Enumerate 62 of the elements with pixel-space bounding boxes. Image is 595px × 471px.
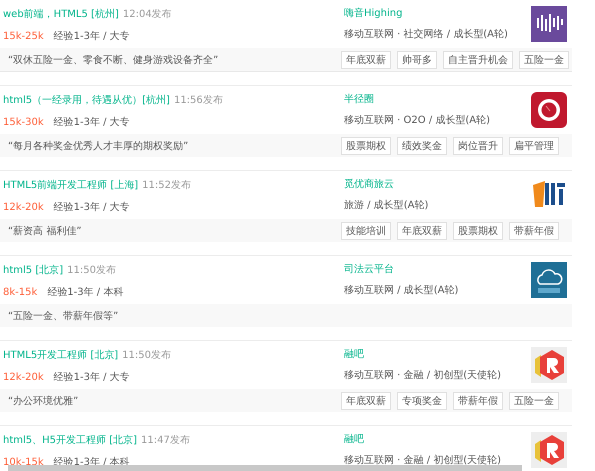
post-time: 11:50发布	[122, 349, 171, 362]
ring-logo-icon[interactable]	[531, 92, 567, 128]
company-industry: 移动互联网 · 金融 / 初创型(天使轮)	[344, 454, 502, 467]
job-title-link[interactable]: html5（一经录用，待遇从优）[杭州]	[3, 93, 170, 107]
post-time: 11:47发布	[141, 434, 190, 447]
company-industry: 旅游 / 成长型(A轮)	[344, 198, 430, 212]
job-title-link[interactable]: html5 [北京]	[3, 263, 64, 277]
benefit-tag: 年底双薪	[341, 392, 391, 410]
benefit-tag: 股票期权	[453, 222, 503, 240]
benefit-tag: 帅哥多	[397, 50, 437, 68]
requirements: 经验1-3年 / 大专	[54, 370, 130, 384]
salary: 15k-25k	[3, 30, 44, 42]
perks-quote: “每月各种奖金优秀人才丰厚的期权奖励”	[7, 140, 190, 152]
perks-quote: “五险一金、带薪年假等”	[7, 310, 120, 322]
company-industry: 移动互联网 · O2O / 成长型(A轮)	[344, 114, 492, 127]
perks-quote: “薪资高 福利佳”	[7, 224, 83, 238]
salary: 8k-15k	[3, 286, 38, 298]
benefit-tag: 五险一金	[509, 392, 559, 410]
post-time: 11:52发布	[142, 179, 191, 192]
benefit-tag: 自主晋升机会	[443, 50, 513, 68]
benefit-tag: 专项奖金	[397, 392, 447, 410]
job-title-link[interactable]: web前端，HTML5 [杭州]	[3, 7, 119, 21]
company-name-link[interactable]: 半径圈	[344, 92, 531, 106]
salary: 12k-20k	[3, 202, 44, 212]
salary: 10k-15k	[3, 456, 44, 468]
company-industry: 移动互联网 · 社交网络 / 成长型(A轮)	[344, 28, 509, 41]
post-time: 12:04发布	[122, 8, 172, 21]
job-title-link[interactable]: HTML5开发工程师 [北京]	[3, 348, 118, 362]
perks-quote: “办公环境优雅”	[7, 394, 80, 408]
benefit-tag: 年底双薪	[397, 222, 447, 240]
requirements: 经验1-3年 / 大专	[54, 30, 130, 43]
post-time: 11:50发布	[67, 264, 116, 277]
salary: 15k-30k	[3, 116, 44, 128]
benefit-tag: 扁平管理	[509, 136, 559, 154]
job-title-link[interactable]: HTML5前端开发工程师 [上海]	[3, 178, 138, 192]
requirements: 经验1-3年 / 本科	[47, 286, 124, 299]
job-title-link[interactable]: html5、H5开发工程师 [北京]	[3, 433, 138, 447]
company-name-link[interactable]: 融吧	[344, 432, 531, 446]
company-name-link[interactable]: 嗨音Highing	[344, 6, 531, 20]
benefit-tag: 年底双薪	[341, 50, 391, 68]
hexagon-logo-icon[interactable]	[531, 347, 567, 383]
salary: 12k-20k	[3, 372, 44, 382]
benefit-tag: 绩效奖金	[397, 136, 447, 154]
cloud-logo-icon[interactable]	[531, 262, 567, 298]
benefit-tag: 技能培训	[341, 222, 391, 240]
company-industry: 移动互联网 / 成长型(A轮)	[344, 284, 460, 297]
post-time: 11:56发布	[174, 94, 223, 107]
benefit-tag: 岗位晋升	[453, 136, 503, 154]
perks-quote: “双休五险一金、零食不断、健身游戏设备齐全”	[7, 54, 220, 66]
hexagon-logo-icon[interactable]	[531, 432, 567, 468]
company-name-link[interactable]: 觅优商旅云	[344, 177, 531, 191]
benefit-tag: 带薪年假	[453, 392, 503, 410]
company-name-link[interactable]: 司法云平台	[344, 262, 531, 276]
horizontal-scrollbar[interactable]	[8, 465, 522, 471]
benefit-tag: 五险一金	[519, 50, 569, 68]
company-industry: 移动互联网 · 金融 / 初创型(天使轮)	[344, 368, 502, 382]
equalizer-logo-icon[interactable]	[531, 6, 567, 42]
benefit-tag: 带薪年假	[509, 222, 559, 240]
requirements: 经验1-3年 / 大专	[54, 200, 130, 214]
benefit-tag: 股票期权	[341, 136, 391, 154]
requirements: 经验1-3年 / 大专	[54, 116, 130, 129]
company-name-link[interactable]: 融吧	[344, 347, 531, 361]
